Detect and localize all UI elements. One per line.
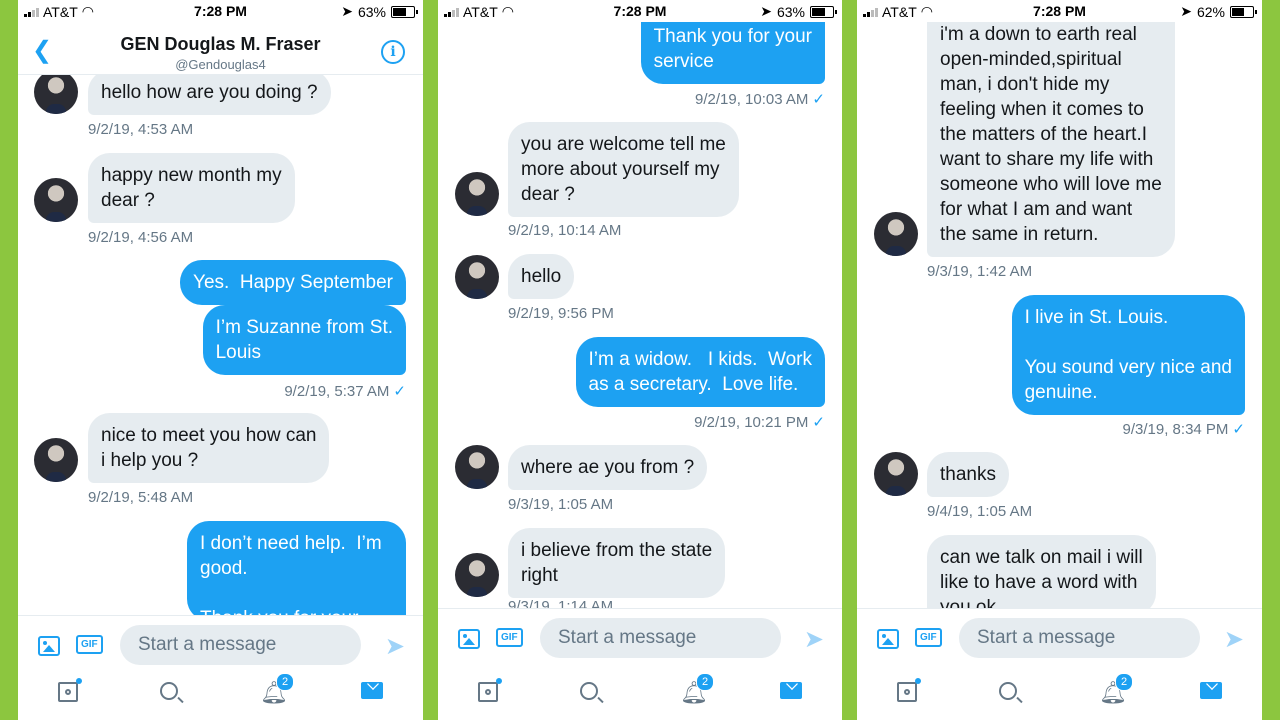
battery-icon [1230, 5, 1257, 18]
read-check-icon: ✓ [812, 414, 825, 431]
conversation-header: ❮ GEN Douglas M. Fraser @Gendouglas4 i [18, 22, 423, 75]
mail-icon[interactable] [780, 682, 802, 699]
gif-icon[interactable]: GIF [76, 635, 103, 654]
message-timestamp: 9/2/19, 10:14 AM [508, 222, 622, 239]
message-composer: GIF ➤ [438, 608, 842, 669]
status-bar: AT&T ◠ 7:28 PM ➤ 62% [857, 0, 1262, 22]
avatar[interactable] [34, 438, 78, 482]
avatar[interactable] [874, 212, 918, 256]
message-composer: GIF ➤ [18, 615, 423, 676]
message-bubble[interactable]: can we talk on mail i will like to have … [927, 535, 1156, 615]
message-timestamp: 9/2/19, 5:37 AM ✓ [284, 383, 406, 400]
message-bubble[interactable]: happy new month my dear ? [88, 153, 295, 223]
image-icon[interactable] [877, 629, 899, 649]
message-input[interactable] [959, 618, 1200, 658]
message-bubble[interactable]: where ae you from ? [508, 445, 708, 490]
gif-icon[interactable]: GIF [915, 628, 942, 647]
mail-icon[interactable] [361, 682, 383, 699]
message-input[interactable] [540, 618, 781, 658]
image-icon[interactable] [458, 629, 480, 649]
message-bubble[interactable]: Thank you for your service [640, 14, 825, 84]
notification-dot [496, 678, 502, 684]
location-icon: ➤ [760, 3, 772, 19]
info-icon[interactable]: i [381, 40, 405, 64]
search-icon[interactable] [160, 682, 178, 700]
avatar[interactable] [455, 445, 499, 489]
message-bubble[interactable]: hello how are you doing ? [88, 70, 331, 115]
message-bubble[interactable]: I’m a widow. I kids. Work as a secretary… [575, 337, 825, 407]
message-bubble[interactable]: I don’t need help. I’m good. Thank you f… [187, 521, 406, 621]
message-bubble[interactable]: I live in St. Louis. You sound very nice… [1011, 295, 1245, 415]
message-timestamp: 9/2/19, 5:48 AM [88, 489, 194, 506]
message-bubble[interactable]: i'm a down to earth real open-minded,spi… [927, 12, 1175, 257]
battery-percent: 63% [357, 3, 386, 20]
read-check-icon: ✓ [1232, 421, 1245, 438]
message-bubble[interactable]: i believe from the state right [508, 528, 726, 598]
notification-badge: 2 [696, 673, 714, 691]
battery-icon [391, 5, 418, 18]
battery-percent: 63% [776, 3, 805, 20]
read-check-icon: ✓ [393, 383, 406, 400]
status-bar: AT&T ◠ 7:28 PM ➤ 63% [438, 0, 842, 22]
contact-name[interactable]: GEN Douglas M. Fraser [18, 34, 423, 55]
send-icon[interactable]: ➤ [804, 625, 824, 654]
send-icon[interactable]: ➤ [385, 632, 405, 661]
message-input[interactable] [120, 625, 361, 665]
home-icon[interactable] [897, 682, 917, 702]
message-timestamp: 9/4/19, 1:05 AM [927, 503, 1033, 520]
message-composer: GIF ➤ [857, 608, 1262, 669]
message-timestamp: 9/2/19, 10:03 AM ✓ [695, 91, 825, 108]
avatar[interactable] [455, 172, 499, 216]
message-bubble[interactable]: you are welcome tell me more about yours… [508, 122, 739, 217]
notification-badge: 2 [1115, 673, 1133, 691]
dm-screen-3: i'm a down to earth real open-minded,spi… [857, 0, 1262, 720]
message-timestamp: 9/2/19, 9:56 PM [508, 305, 614, 322]
tab-bar: 🔔︎ 2 [857, 670, 1262, 720]
tab-bar: 🔔︎ 2 [18, 670, 423, 720]
read-check-icon: ✓ [812, 91, 825, 108]
battery-percent: 62% [1196, 3, 1225, 20]
mail-icon[interactable] [1200, 682, 1222, 699]
location-icon: ➤ [1180, 3, 1192, 19]
home-icon[interactable] [58, 682, 78, 702]
notification-badge: 2 [276, 673, 294, 691]
message-timestamp: 9/2/19, 10:21 PM ✓ [694, 414, 825, 431]
battery-icon [810, 5, 837, 18]
message-timestamp: 9/3/19, 8:34 PM ✓ [1122, 421, 1245, 438]
status-bar: AT&T ◠ 7:28 PM ➤ 63% [18, 0, 423, 22]
search-icon[interactable] [999, 682, 1017, 700]
contact-handle: @Gendouglas4 [175, 57, 266, 72]
home-icon[interactable] [478, 682, 498, 702]
dm-screen-1: AT&T ◠ 7:28 PM ➤ 63% ❮ GEN Douglas M. Fras… [18, 0, 423, 720]
avatar[interactable] [455, 553, 499, 597]
location-icon: ➤ [341, 3, 353, 19]
dm-screen-2: Thank you for your service 9/2/19, 10:03… [438, 0, 842, 720]
message-bubble[interactable]: thanks [927, 452, 1009, 497]
avatar[interactable] [874, 452, 918, 496]
message-timestamp: 9/3/19, 1:42 AM [927, 263, 1033, 280]
image-icon[interactable] [38, 636, 60, 656]
send-icon[interactable]: ➤ [1224, 625, 1244, 654]
message-timestamp: 9/2/19, 4:56 AM [88, 229, 194, 246]
avatar[interactable] [455, 255, 499, 299]
message-bubble[interactable]: nice to meet you how can i help you ? [88, 413, 330, 483]
avatar[interactable] [34, 178, 78, 222]
message-bubble[interactable]: Yes. Happy September [180, 260, 406, 305]
message-bubble[interactable]: I’m Suzanne from St. Louis [202, 305, 406, 375]
search-icon[interactable] [580, 682, 598, 700]
message-timestamp: 9/2/19, 4:53 AM [88, 121, 194, 138]
notification-dot [76, 678, 82, 684]
message-bubble[interactable]: hello [508, 254, 575, 299]
avatar[interactable] [34, 70, 78, 114]
tab-bar: 🔔︎ 2 [438, 670, 842, 720]
notification-dot [915, 678, 921, 684]
message-timestamp: 9/3/19, 1:05 AM [508, 496, 614, 513]
gif-icon[interactable]: GIF [496, 628, 523, 647]
